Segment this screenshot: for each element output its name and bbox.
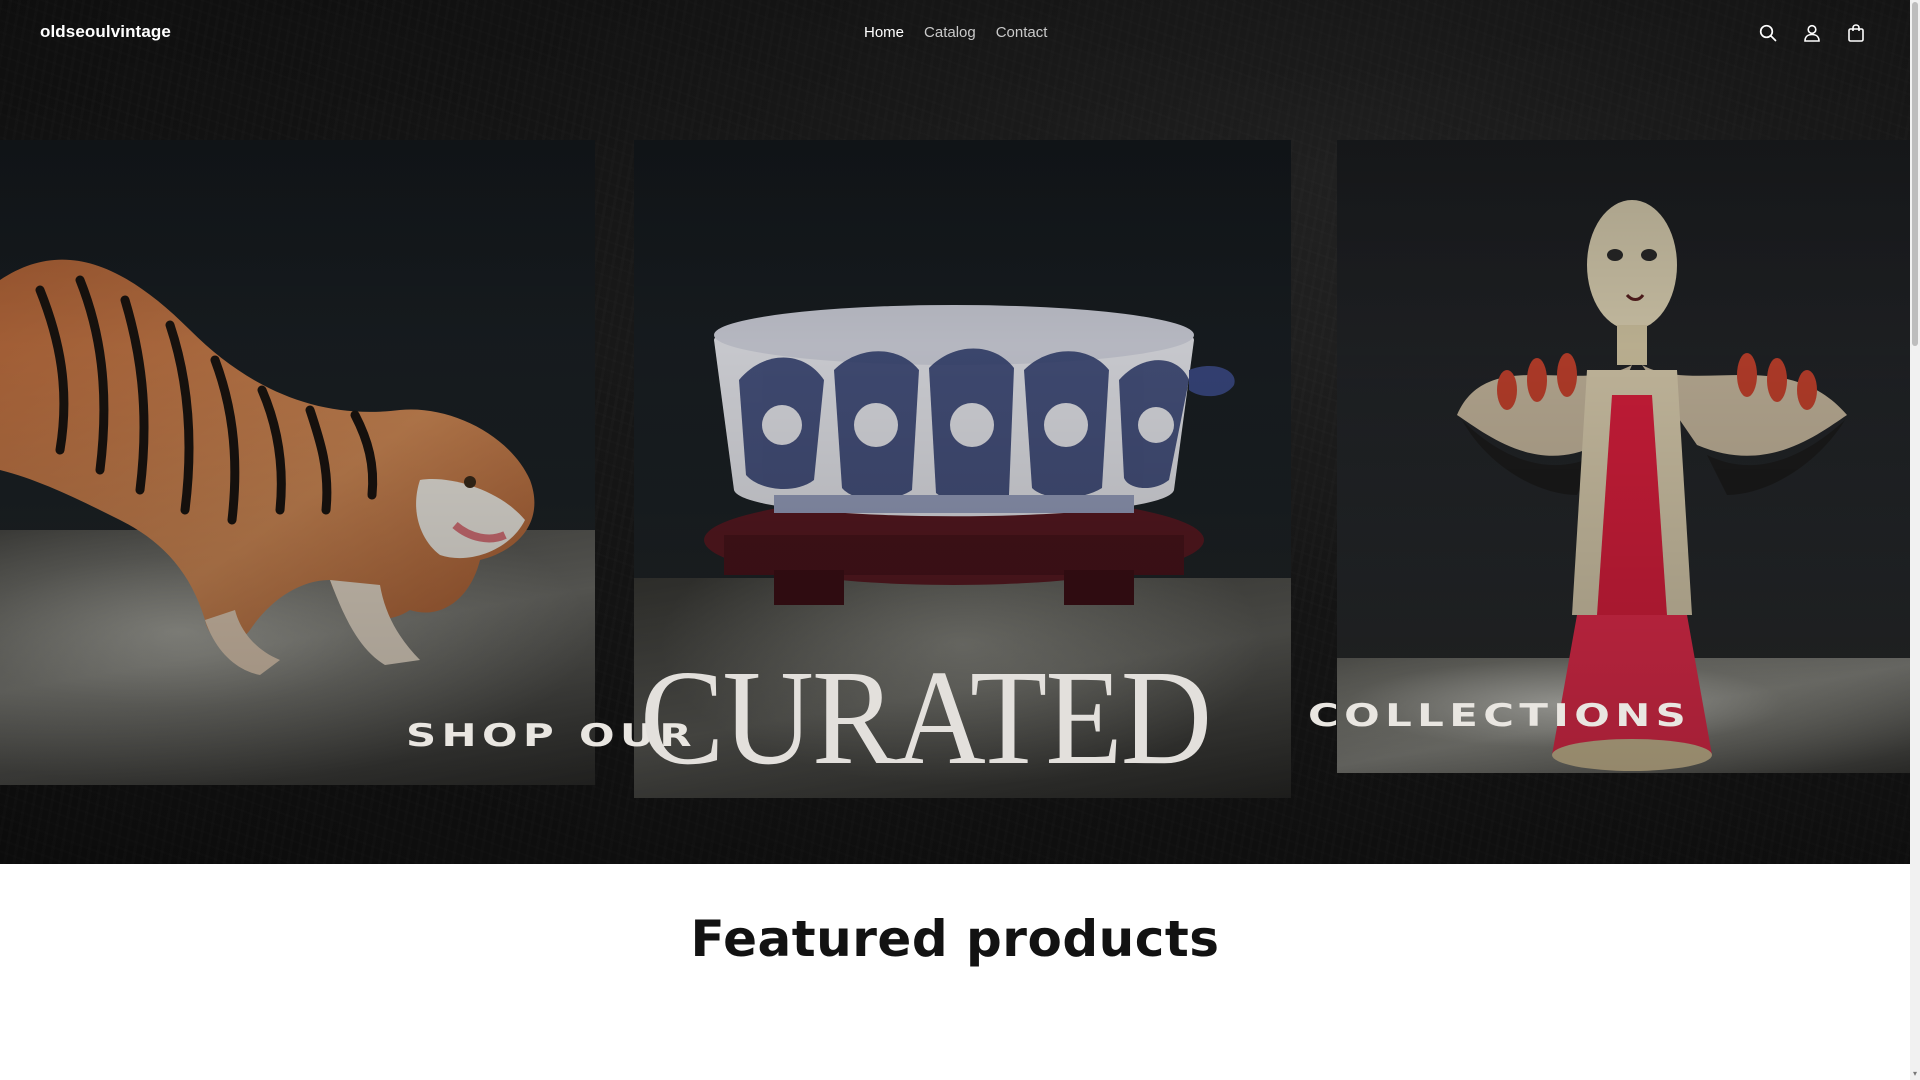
- site-header: oldseoulvintage Home Catalog Contact: [0, 0, 1910, 66]
- nav-home[interactable]: Home: [864, 24, 904, 41]
- main-nav: Home Catalog Contact: [864, 24, 1047, 41]
- nav-catalog[interactable]: Catalog: [924, 24, 976, 41]
- scrollbar-thumb[interactable]: [1912, 2, 1918, 346]
- hero-text-collections: COLLECTIONS: [1308, 698, 1692, 734]
- page-scrollbar[interactable]: ▾: [1910, 0, 1920, 1080]
- nav-contact[interactable]: Contact: [996, 24, 1048, 41]
- page: SHOP OUR CURATED COLLECTIONS oldseoulvin…: [0, 0, 1920, 1080]
- hero-text-curated: CURATED: [640, 643, 1212, 793]
- featured-products-heading: Featured products: [690, 910, 1220, 968]
- cart-icon[interactable]: [1842, 20, 1870, 46]
- store-logo[interactable]: oldseoulvintage: [40, 22, 171, 42]
- header-icons: [1754, 20, 1870, 46]
- scroll-down-arrow-icon[interactable]: ▾: [1911, 1070, 1919, 1078]
- search-icon[interactable]: [1754, 20, 1782, 46]
- account-icon[interactable]: [1798, 20, 1826, 46]
- hero-banner[interactable]: SHOP OUR CURATED COLLECTIONS: [0, 0, 1910, 864]
